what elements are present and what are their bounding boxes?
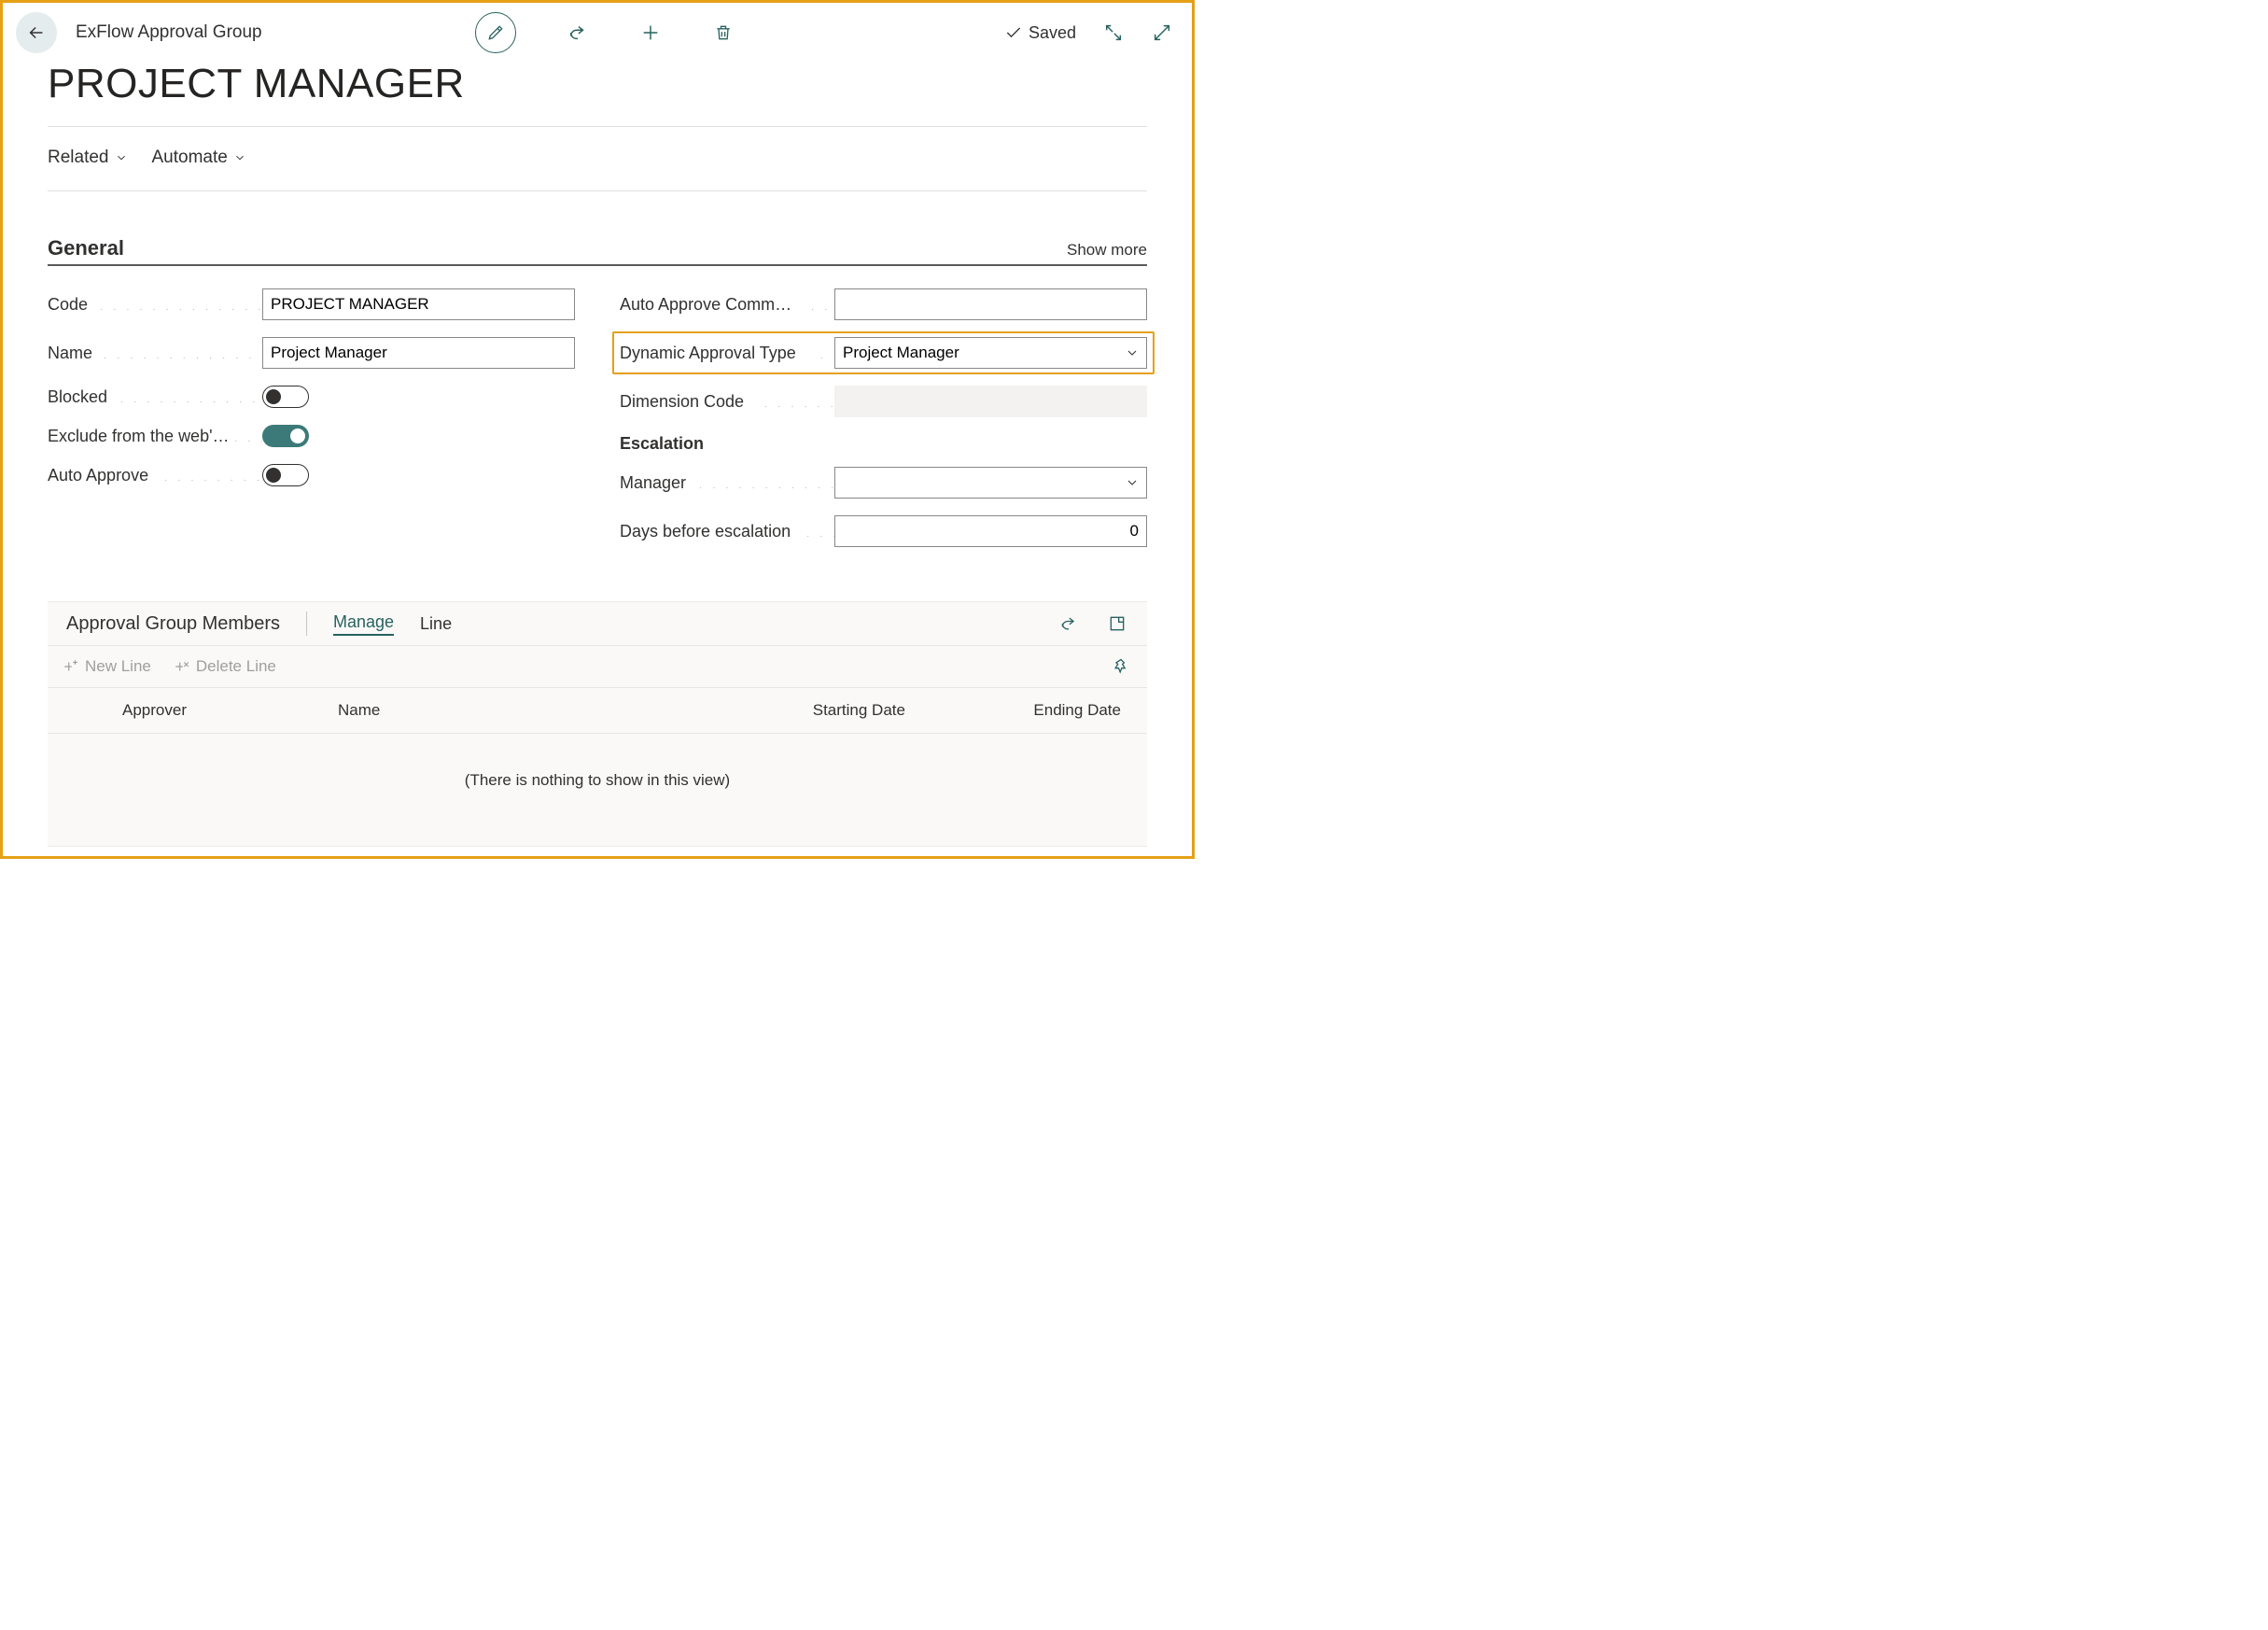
manager-select[interactable] [834, 467, 1147, 499]
col-starting-date[interactable]: Starting Date [697, 701, 913, 720]
divider [48, 126, 1147, 127]
manager-label: Manager [620, 473, 692, 492]
popout-icon [1103, 22, 1124, 43]
members-block: Approval Group Members Manage Line New L… [48, 601, 1147, 847]
expand-icon [1152, 22, 1172, 43]
auto-approve-comm-input[interactable] [834, 288, 1147, 320]
pin-button[interactable] [1110, 655, 1132, 678]
dimension-code-label: Dimension Code [620, 392, 749, 411]
trash-icon [714, 22, 733, 43]
arrow-left-icon [26, 22, 47, 43]
days-label: Days before escalation [620, 522, 796, 541]
delete-line-button: Delete Line [174, 657, 276, 676]
section-general-header: General Show more [48, 236, 1147, 266]
new-button[interactable] [639, 21, 662, 44]
tab-line[interactable]: Line [420, 614, 452, 634]
members-title: Approval Group Members [66, 613, 280, 635]
expand-button[interactable] [1151, 21, 1173, 44]
divider [306, 611, 307, 636]
col-approver[interactable]: Approver [122, 701, 338, 720]
share-button[interactable] [567, 21, 589, 44]
delete-line-label: Delete Line [196, 657, 276, 676]
name-label: Name [48, 344, 98, 362]
share-icon [1059, 614, 1078, 633]
members-share-button[interactable] [1057, 612, 1080, 635]
section-general-title: General [48, 236, 124, 260]
pin-icon [1112, 657, 1130, 676]
back-button[interactable] [16, 12, 57, 53]
page-title: PROJECT MANAGER [48, 61, 1147, 107]
name-input[interactable] [262, 337, 575, 369]
tab-manage[interactable]: Manage [333, 612, 394, 636]
dynamic-type-select[interactable] [834, 337, 1147, 369]
delete-button[interactable] [712, 21, 735, 44]
menu-related-label: Related [48, 148, 109, 168]
menu-related[interactable]: Related [48, 148, 128, 168]
edit-button[interactable] [475, 12, 516, 53]
share-icon [567, 22, 588, 43]
col-ending-date[interactable]: Ending Date [913, 701, 1128, 720]
code-input[interactable] [262, 288, 575, 320]
divider [48, 190, 1147, 191]
chevron-down-icon [233, 151, 246, 164]
show-more-link[interactable]: Show more [1067, 241, 1147, 260]
code-label: Code [48, 295, 93, 314]
menu-automate-label: Automate [152, 148, 228, 168]
blocked-toggle[interactable] [262, 386, 309, 408]
auto-approve-label: Auto Approve [48, 466, 154, 485]
auto-approve-toggle[interactable] [262, 464, 309, 486]
saved-label: Saved [1029, 23, 1076, 43]
menu-automate[interactable]: Automate [152, 148, 246, 168]
new-line-label: New Line [85, 657, 151, 676]
escalation-heading: Escalation [620, 434, 1147, 454]
check-icon [1004, 23, 1023, 42]
dimension-code-field [834, 386, 1147, 417]
days-input[interactable] [834, 515, 1147, 547]
new-line-button: New Line [63, 657, 151, 676]
auto-approve-comm-label: Auto Approve Comm… [620, 295, 797, 314]
blocked-label: Blocked [48, 387, 113, 406]
popout-button[interactable] [1102, 21, 1125, 44]
dynamic-type-label: Dynamic Approval Type [620, 344, 802, 362]
chevron-down-icon [115, 151, 128, 164]
exclude-toggle[interactable] [262, 425, 309, 447]
exclude-label: Exclude from the web'… [48, 427, 235, 445]
members-expand-button[interactable] [1106, 612, 1128, 635]
maximize-icon [1108, 614, 1127, 633]
plus-icon [640, 22, 661, 43]
highlighted-field: Dynamic Approval Type [612, 331, 1155, 374]
delete-line-icon [174, 658, 190, 675]
saved-status: Saved [1004, 23, 1076, 43]
grid-empty-message: (There is nothing to show in this view) [48, 734, 1147, 846]
new-line-icon [63, 658, 79, 675]
members-grid-header: Approver Name Starting Date Ending Date [48, 688, 1147, 734]
pencil-icon [486, 23, 505, 42]
col-name[interactable]: Name [338, 701, 697, 720]
